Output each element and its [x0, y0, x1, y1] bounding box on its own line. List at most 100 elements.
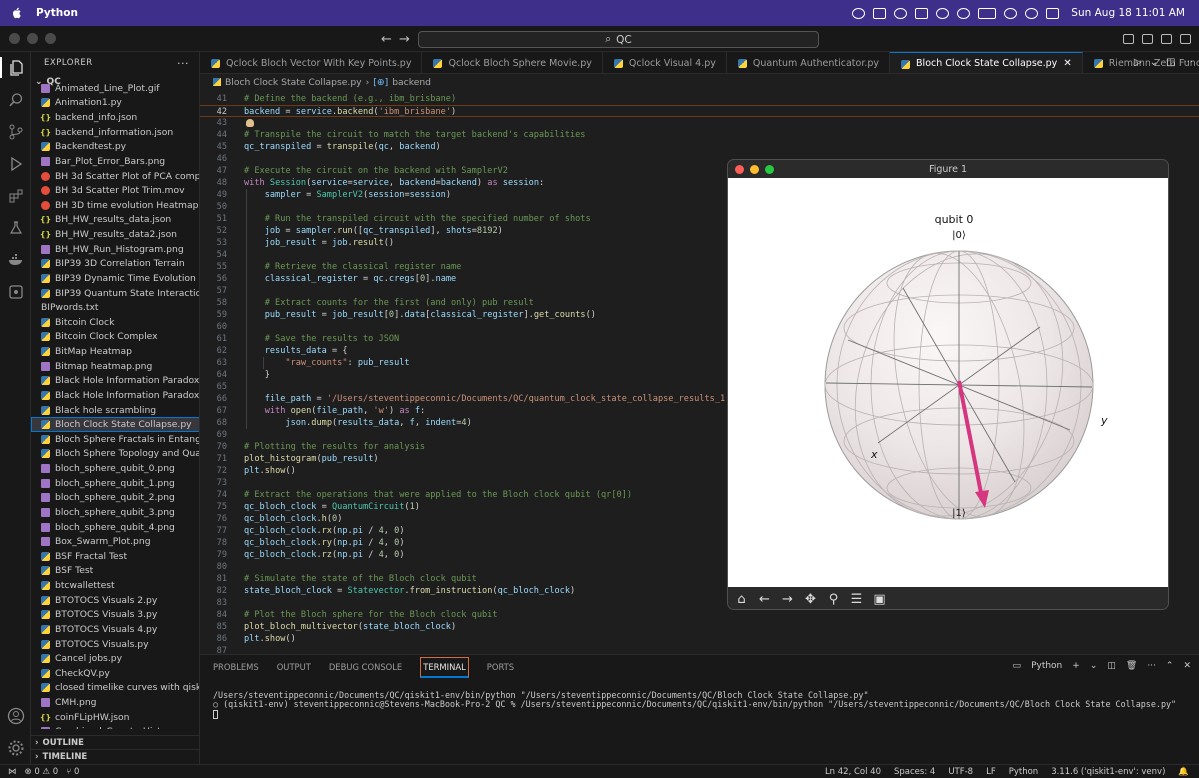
- problems-count[interactable]: ⊗ 0 ⚠ 0: [25, 767, 59, 777]
- active-app-name[interactable]: Python: [36, 7, 78, 19]
- configure-subplots-icon[interactable]: ☰: [847, 590, 866, 609]
- file-item[interactable]: Bloch Sphere Topology and Quant...: [31, 447, 199, 462]
- maximize-window-button[interactable]: [45, 33, 56, 44]
- file-item[interactable]: Box_Swarm_Plot.png: [31, 534, 199, 549]
- terminal-output[interactable]: /Users/steventippeconnic/Documents/QC/qi…: [213, 681, 1176, 719]
- editor-tab[interactable]: Qclock Bloch Sphere Movie.py: [422, 52, 603, 73]
- split-terminal-icon[interactable]: ◫: [1107, 661, 1116, 671]
- file-item[interactable]: {} BH_HW_results_data2.json: [31, 227, 199, 242]
- editor-tab[interactable]: Qclock Bloch Vector With Key Points.py: [200, 52, 423, 73]
- home-icon[interactable]: ⌂: [732, 590, 751, 609]
- code-line[interactable]: 84 # Plot the Bloch sphere for the Bloch …: [200, 609, 1199, 621]
- end-of-line[interactable]: LF: [986, 767, 996, 777]
- file-item[interactable]: Bar_Plot_Error_Bars.png: [31, 154, 199, 169]
- notifications-bell-icon[interactable]: 🔔: [1178, 767, 1189, 777]
- file-item[interactable]: Bitcoin Clock: [31, 315, 199, 330]
- panel-tab-problems[interactable]: PROBLEMS: [213, 662, 259, 672]
- file-item[interactable]: BSF Test: [31, 564, 199, 579]
- breadcrumb-file[interactable]: Bloch Clock State Collapse.py: [225, 77, 362, 88]
- panel-tab-debug-console[interactable]: DEBUG CONSOLE: [329, 662, 402, 672]
- file-item[interactable]: btcwallettest: [31, 578, 199, 593]
- file-item[interactable]: BH 3d Scatter Plot of PCA compo...: [31, 169, 199, 184]
- file-item[interactable]: bloch_sphere_qubit_1.png: [31, 476, 199, 491]
- timeline-section[interactable]: › TIMELINE: [31, 749, 199, 763]
- file-item[interactable]: Combined_Counts_Histogram.png: [31, 725, 199, 729]
- play-status-icon[interactable]: [936, 7, 950, 19]
- file-item[interactable]: BIP39 Quantum State Interaction ...: [31, 286, 199, 301]
- figure-maximize-button[interactable]: [765, 165, 774, 174]
- code-line[interactable]: 86 plt.show(): [200, 633, 1199, 645]
- lightbulb-icon[interactable]: [246, 119, 254, 127]
- code-line[interactable]: 41 # Define the backend (e.g., ibm_brisba…: [200, 93, 1199, 105]
- save-figure-icon[interactable]: ▣: [870, 590, 889, 609]
- minimize-window-button[interactable]: [27, 33, 38, 44]
- panel-tab-terminal[interactable]: TERMINAL: [420, 656, 469, 678]
- testing-flask-icon[interactable]: [5, 217, 26, 238]
- back-arrow-icon[interactable]: ←: [381, 32, 392, 47]
- file-item[interactable]: BitMap Heatmap: [31, 344, 199, 359]
- file-item[interactable]: closed timelike curves with qiskit: [31, 681, 199, 696]
- file-item[interactable]: Bitmap heatmap.png: [31, 359, 199, 374]
- file-item[interactable]: BSF Fractal Test: [31, 549, 199, 564]
- file-item[interactable]: bloch_sphere_qubit_3.png: [31, 505, 199, 520]
- chevron-down-icon[interactable]: ⌄: [1090, 661, 1098, 671]
- code-line[interactable]: 43: [200, 117, 1199, 129]
- wifi-icon[interactable]: [1004, 7, 1018, 19]
- file-item[interactable]: BTOTOCS Visuals 2.py: [31, 593, 199, 608]
- status-icon-3[interactable]: [894, 7, 908, 19]
- forward-arrow-icon[interactable]: →: [399, 32, 410, 47]
- docker-whale-icon[interactable]: [5, 249, 26, 270]
- focus-moon-icon[interactable]: [957, 7, 971, 19]
- code-line[interactable]: 85 plot_bloch_multivector(state_bloch_clo…: [200, 621, 1199, 633]
- file-item[interactable]: Backendtest.py: [31, 140, 199, 155]
- file-item[interactable]: {} coinFLipHW.json: [31, 710, 199, 725]
- figure-minimize-button[interactable]: [750, 165, 759, 174]
- editor-tab[interactable]: Bloch Clock State Collapse.py ✕: [890, 52, 1083, 73]
- language-mode[interactable]: Python: [1009, 767, 1038, 777]
- customize-layout-icon[interactable]: [1180, 34, 1191, 44]
- account-icon[interactable]: [5, 705, 26, 726]
- close-window-button[interactable]: [9, 33, 20, 44]
- file-item[interactable]: BH 3D time evolution Heatmap.mov: [31, 198, 199, 213]
- forward-arrow-icon[interactable]: →: [778, 590, 797, 609]
- figure-canvas[interactable]: qubit 0 |0⟩ |1⟩ x y: [728, 178, 1168, 587]
- extensions-icon[interactable]: [5, 185, 26, 206]
- file-item[interactable]: CheckQV.py: [31, 666, 199, 681]
- file-item[interactable]: Black Hole Information Paradox in ...: [31, 388, 199, 403]
- code-line[interactable]: 44 # Transpile the circuit to match the t…: [200, 129, 1199, 141]
- ports-count[interactable]: ⑂ 0: [66, 767, 79, 777]
- file-item[interactable]: Bloch Clock State Collapse.py: [31, 417, 199, 432]
- file-item[interactable]: bloch_sphere_qubit_4.png: [31, 520, 199, 535]
- status-icon-4[interactable]: [915, 7, 929, 19]
- remote-explorer-icon[interactable]: [5, 281, 26, 302]
- run-and-debug-icon[interactable]: [5, 153, 26, 174]
- file-item[interactable]: BH_HW_Run_Histogram.png: [31, 242, 199, 257]
- menubar-clock[interactable]: Sun Aug 18 11:01 AM: [1071, 7, 1185, 19]
- figure-close-button[interactable]: [735, 165, 744, 174]
- file-item[interactable]: Black Hole Information Paradox in ...: [31, 374, 199, 389]
- panel-tab-output[interactable]: OUTPUT: [277, 662, 311, 672]
- panel-tab-ports[interactable]: PORTS: [487, 662, 514, 672]
- file-item[interactable]: BTOTOCS Visuals.py: [31, 637, 199, 652]
- more-actions-icon[interactable]: ···: [177, 57, 189, 70]
- file-item[interactable]: Animated_Line_Plot.gif: [31, 81, 199, 96]
- spotlight-search-icon[interactable]: [1025, 7, 1039, 19]
- file-item[interactable]: Bitcoin Clock Complex: [31, 330, 199, 345]
- more-actions-icon[interactable]: ···: [1147, 661, 1156, 671]
- file-item[interactable]: {} backend_info.json: [31, 110, 199, 125]
- file-item[interactable]: Black hole scrambling: [31, 403, 199, 418]
- zoom-icon[interactable]: ⚲: [824, 590, 843, 609]
- file-item[interactable]: BIP39 3D Correlation Terrain: [31, 257, 199, 272]
- outline-section[interactable]: › OUTLINE: [31, 735, 199, 749]
- close-icon[interactable]: ✕: [1183, 661, 1191, 671]
- file-item[interactable]: Animation1.py: [31, 96, 199, 111]
- chevron-down-icon[interactable]: ⌄: [1150, 57, 1158, 68]
- battery-icon[interactable]: [978, 7, 997, 19]
- editor-tab[interactable]: Qclock Visual 4.py: [603, 52, 727, 73]
- python-interpreter[interactable]: 3.11.6 ('qiskit1-env': venv): [1051, 767, 1165, 777]
- file-encoding[interactable]: UTF-8: [948, 767, 973, 777]
- run-python-file-icon[interactable]: ▷: [1134, 57, 1142, 68]
- remote-indicator-icon[interactable]: ⋈: [8, 767, 17, 777]
- file-item[interactable]: CMH.png: [31, 695, 199, 710]
- apple-icon[interactable]: [12, 7, 22, 19]
